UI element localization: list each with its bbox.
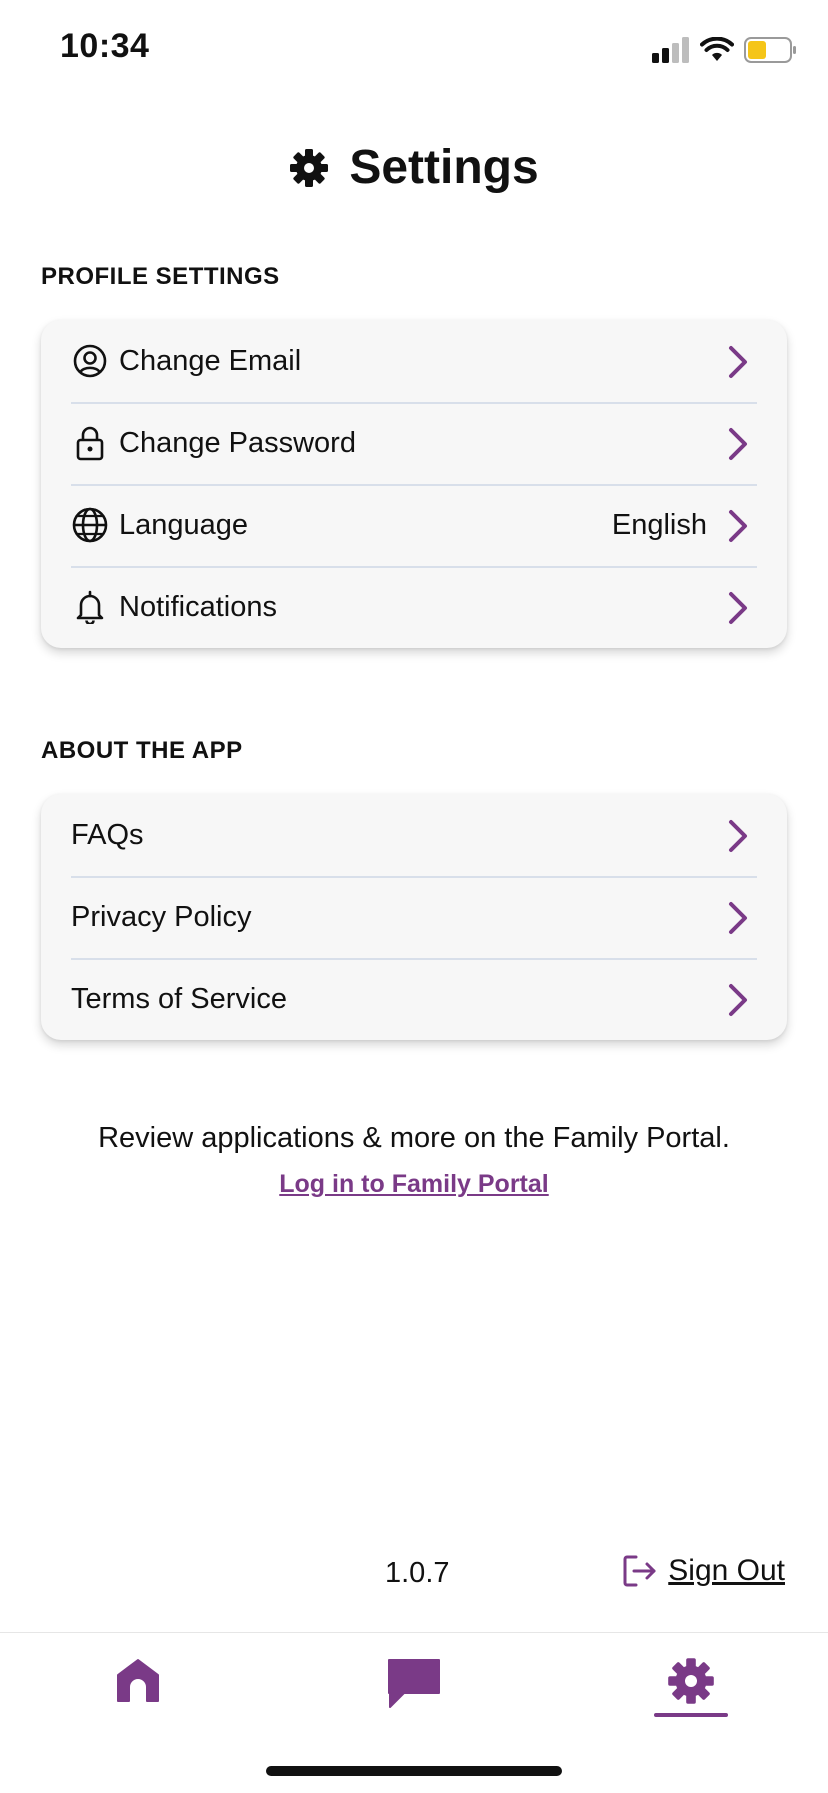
settings-item-label: Notifications [119,590,277,623]
home-indicator [266,1766,562,1776]
home-icon [117,1659,159,1702]
section-label-about: ABOUT THE APP [41,737,243,764]
chevron-right-icon [729,820,747,852]
about-item-terms-of-service[interactable]: Terms of Service [41,958,787,1040]
active-tab-indicator [654,1713,728,1717]
about-app-card: FAQs Privacy Policy Terms of Service [41,794,787,1040]
section-label-profile: PROFILE SETTINGS [41,263,280,290]
about-item-label: Privacy Policy [71,900,252,933]
about-item-label: Terms of Service [71,982,287,1015]
settings-item-change-email[interactable]: Change Email [41,320,787,402]
sign-out-label: Sign Out [668,1554,785,1587]
settings-item-change-password[interactable]: Change Password [41,402,787,484]
chevron-right-icon [729,428,747,460]
app-version: 1.0.7 [385,1557,450,1589]
language-value: English [611,508,707,541]
status-bar: 10:34 [0,0,828,100]
profile-settings-card: Change Email Change Password Language En… [41,320,787,648]
sign-out-button[interactable]: Sign Out [622,1554,785,1588]
gear-icon [290,148,329,187]
wifi-icon [700,37,734,61]
globe-icon [71,506,109,544]
about-item-label: FAQs [71,818,144,851]
tab-settings[interactable] [646,1657,736,1737]
family-portal-link[interactable]: Log in to Family Portal [0,1170,828,1199]
tab-home[interactable] [93,1657,183,1737]
chevron-right-icon [729,346,747,378]
about-item-faqs[interactable]: FAQs [41,794,787,876]
gear-icon [668,1658,714,1704]
family-portal-promo-text: Review applications & more on the Family… [98,1122,730,1154]
settings-item-notifications[interactable]: Notifications [41,566,787,648]
signal-icon [652,37,689,63]
status-icons [652,34,798,66]
battery-icon [744,37,796,63]
chevron-right-icon [729,984,747,1016]
chevron-right-icon [729,510,747,542]
chevron-right-icon [729,902,747,934]
lock-icon [71,424,109,462]
chevron-right-icon [729,592,747,624]
page-title: Settings [349,141,539,194]
bell-icon [71,588,109,626]
settings-item-label: Change Email [119,344,302,377]
status-time: 10:34 [60,27,150,65]
settings-item-language[interactable]: Language English [41,484,787,566]
sign-out-icon [623,1555,656,1587]
settings-item-label: Change Password [119,426,356,459]
tab-messages[interactable] [369,1657,459,1737]
settings-item-label: Language [119,508,249,541]
page-header: Settings [0,140,828,195]
user-circle-icon [71,342,109,380]
about-item-privacy-policy[interactable]: Privacy Policy [41,876,787,958]
chat-bubble-icon [388,1659,440,1708]
